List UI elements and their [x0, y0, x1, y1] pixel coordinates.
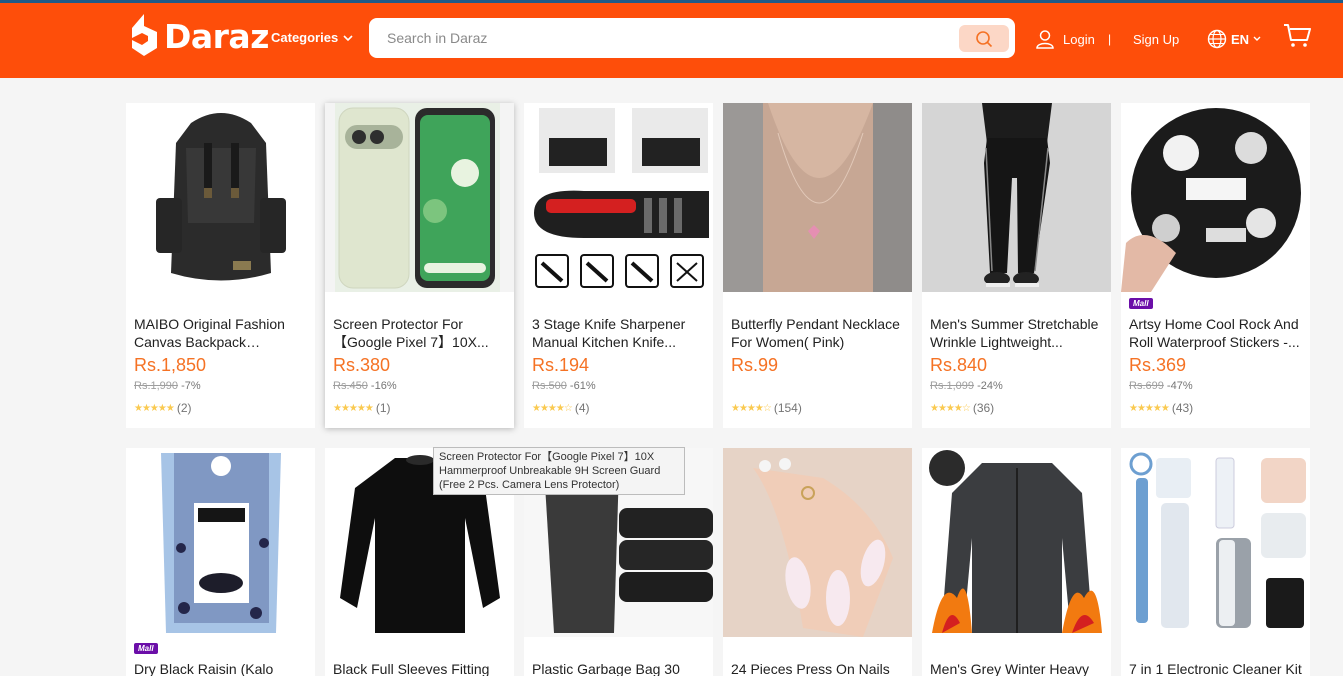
product-rating: ★★★★☆ (154)	[731, 401, 802, 415]
categories-label: Categories	[271, 30, 339, 45]
product-image-joggers	[922, 103, 1111, 292]
product-image-pixel-phone	[325, 103, 514, 292]
product-image-necklace	[723, 103, 912, 292]
star-rating-icon: ★★★★★	[134, 402, 175, 414]
product-original-price: Rs.699 -47%	[1129, 380, 1193, 392]
search-bar	[369, 18, 1015, 58]
product-name: Artsy Home Cool Rock And Roll Waterproof…	[1129, 316, 1300, 350]
chevron-down-icon	[343, 34, 353, 41]
product-name: Screen Protector For 【Google Pixel 7】10X…	[333, 316, 489, 350]
search-icon	[976, 30, 993, 47]
chevron-down-icon	[1253, 36, 1261, 41]
star-rating-icon: ★★★★☆	[731, 402, 772, 414]
mall-badge: Mall	[134, 643, 158, 654]
product-card[interactable]: Mall Dry Black Raisin (Kalo	[126, 448, 315, 676]
star-rating-icon: ★★★★☆	[930, 402, 971, 414]
product-card[interactable]: MAIBO Original Fashion Canvas Backpack C…	[126, 103, 315, 428]
product-card[interactable]: Butterfly Pendant Necklace For Women( Pi…	[723, 103, 912, 428]
product-original-price: Rs.500 -61%	[532, 380, 596, 392]
search-button[interactable]	[959, 25, 1009, 52]
search-input[interactable]	[387, 18, 947, 58]
product-name: Black Full Sleeves Fitting	[333, 661, 490, 676]
mall-badge: Mall	[1129, 298, 1153, 309]
product-name: MAIBO Original Fashion Canvas Backpack C…	[134, 316, 285, 350]
language-selector[interactable]: EN	[1207, 29, 1261, 49]
product-title-tooltip: Screen Protector For【Google Pixel 7】10X …	[433, 447, 685, 495]
top-header: Daraz Categories Login | Sign Up EN	[0, 0, 1343, 78]
cart-icon[interactable]	[1283, 23, 1311, 49]
product-original-price: Rs.1,099 -24%	[930, 380, 1003, 392]
product-name: Men's Grey Winter Heavy	[930, 661, 1090, 676]
daraz-logo[interactable]: Daraz	[130, 14, 269, 58]
star-rating-icon: ★★★★★	[1129, 402, 1170, 414]
product-image-black-raisin	[126, 448, 315, 637]
product-price: Rs.840	[930, 355, 988, 375]
product-name: Plastic Garbage Bag 30	[532, 661, 680, 676]
categories-menu[interactable]: Categories	[271, 30, 353, 45]
product-image-knife-sharpener	[524, 103, 713, 292]
product-price: Rs.194	[532, 355, 590, 375]
product-original-price: Rs.1,990 -7%	[134, 380, 201, 392]
product-name: Men's Summer Stretchable Wrinkle Lightwe…	[930, 316, 1099, 350]
product-name: 24 Pieces Press On Nails	[731, 661, 890, 676]
product-name: 3 Stage Knife Sharpener Manual Kitchen K…	[532, 316, 686, 350]
product-image-press-on-nails	[723, 448, 912, 637]
product-card[interactable]: Screen Protector For 【Google Pixel 7】10X…	[325, 103, 514, 428]
star-rating-icon: ★★★★★	[333, 402, 374, 414]
daraz-logo-icon	[132, 14, 157, 56]
globe-icon	[1207, 29, 1227, 49]
logo-text: Daraz	[164, 16, 269, 56]
star-rating-icon: ★★★★☆	[532, 402, 573, 414]
product-image-winter-jacket	[922, 448, 1111, 637]
product-card[interactable]: 3 Stage Knife Sharpener Manual Kitchen K…	[524, 103, 713, 428]
header-separator: |	[1108, 32, 1112, 46]
signup-link[interactable]: Sign Up	[1133, 32, 1179, 47]
product-original-price: Rs.450 -16%	[333, 380, 397, 392]
product-name: Butterfly Pendant Necklace For Women( Pi…	[731, 316, 900, 350]
product-name: Dry Black Raisin (Kalo	[134, 661, 274, 676]
product-price: Rs.369	[1129, 355, 1187, 375]
product-card[interactable]: 7 in 1 Electronic Cleaner Kit	[1121, 448, 1310, 676]
product-image-cleaner-kit	[1121, 448, 1310, 637]
product-rating: ★★★★★ (2)	[134, 401, 192, 415]
login-label: Login	[1063, 31, 1095, 47]
product-price: Rs.99	[731, 355, 779, 375]
language-label: EN	[1231, 31, 1250, 47]
product-card[interactable]: Mall Artsy Home Cool Rock And Roll Water…	[1121, 103, 1310, 428]
product-rating: ★★★★★ (1)	[333, 401, 391, 415]
product-rating: ★★★★★ (43)	[1129, 401, 1194, 415]
user-icon	[1036, 30, 1054, 49]
product-price: Rs.380	[333, 355, 391, 375]
product-name: 7 in 1 Electronic Cleaner Kit	[1129, 661, 1302, 676]
product-rating: ★★★★☆ (36)	[930, 401, 995, 415]
product-card[interactable]: 24 Pieces Press On Nails	[723, 448, 912, 676]
product-price: Rs.1,850	[134, 355, 207, 375]
product-rating: ★★★★☆ (4)	[532, 401, 590, 415]
product-card[interactable]: Men's Grey Winter Heavy	[922, 448, 1111, 676]
login-link[interactable]: Login	[1035, 29, 1095, 49]
product-image-backpack	[126, 103, 315, 292]
product-card[interactable]: Men's Summer Stretchable Wrinkle Lightwe…	[922, 103, 1111, 428]
product-image-stickers	[1121, 103, 1310, 292]
